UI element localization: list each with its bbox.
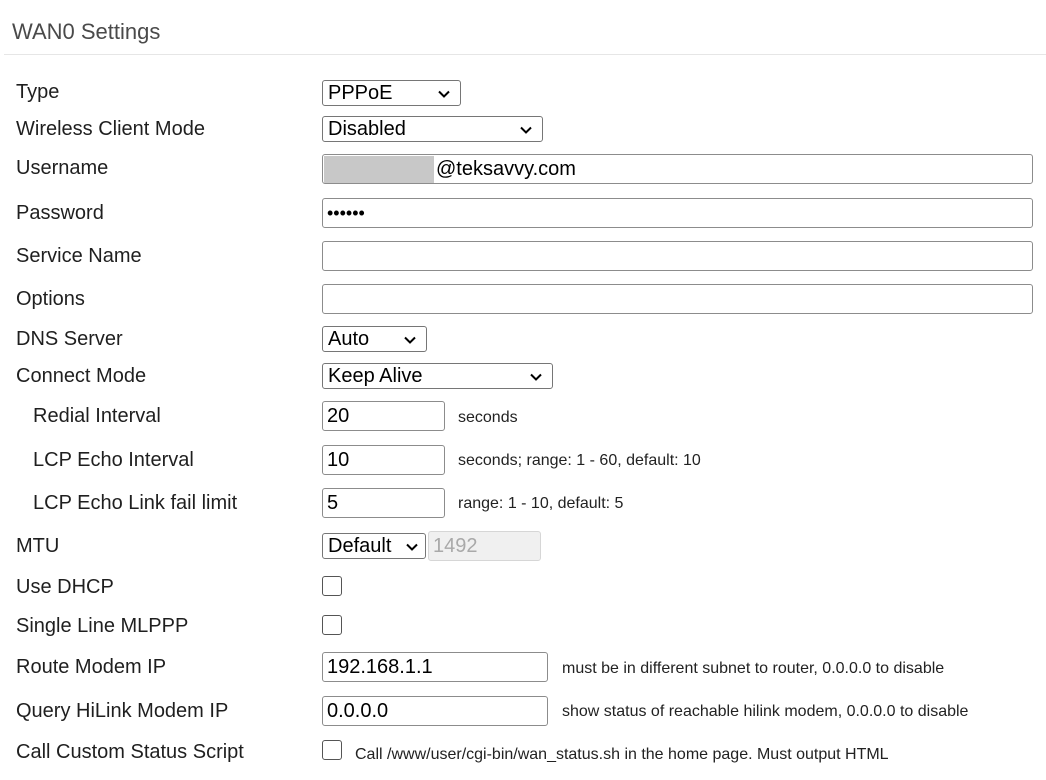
lcp-echo-interval-hint: seconds; range: 1 - 60, default: 10 bbox=[458, 452, 701, 469]
mtu-label: MTU bbox=[16, 535, 60, 557]
service-name-input[interactable] bbox=[322, 241, 1033, 271]
query-hilink-modem-ip-input[interactable]: 0.0.0.0 bbox=[322, 696, 548, 726]
lcp-echo-fail-limit-input[interactable]: 5 bbox=[322, 488, 445, 518]
mtu-custom-input: 1492 bbox=[428, 531, 541, 561]
call-custom-status-script-hint: Call /www/user/cgi-bin/wan_status.sh in … bbox=[355, 746, 889, 763]
service-name-label: Service Name bbox=[16, 245, 142, 267]
call-custom-status-script-checkbox[interactable] bbox=[322, 740, 342, 760]
redial-interval-input[interactable]: 20 bbox=[322, 401, 445, 431]
lcp-echo-fail-limit-value: 5 bbox=[327, 491, 339, 514]
lcp-echo-fail-limit-hint: range: 1 - 10, default: 5 bbox=[458, 495, 624, 512]
connect-mode-label: Connect Mode bbox=[16, 365, 147, 387]
mtu-select-value: Default bbox=[328, 534, 392, 557]
chevron-down-icon bbox=[406, 543, 418, 551]
chevron-down-icon bbox=[520, 126, 532, 134]
section-title: WAN0 Settings bbox=[12, 19, 161, 44]
username-label: Username bbox=[16, 157, 109, 179]
dns-server-label: DNS Server bbox=[16, 328, 123, 350]
connect-mode-select[interactable]: Keep Alive bbox=[322, 363, 553, 389]
type-select[interactable]: PPPoE bbox=[322, 80, 461, 106]
password-label: Password bbox=[16, 202, 104, 224]
use-dhcp-checkbox[interactable] bbox=[322, 576, 342, 596]
options-label: Options bbox=[16, 288, 85, 310]
password-input[interactable]: •••••• bbox=[322, 198, 1033, 228]
title-divider bbox=[4, 54, 1046, 55]
dns-server-select[interactable]: Auto bbox=[322, 326, 427, 352]
lcp-echo-interval-label: LCP Echo Interval bbox=[33, 449, 194, 471]
single-line-mlppp-label: Single Line MLPPP bbox=[16, 615, 189, 637]
type-label: Type bbox=[16, 81, 60, 103]
username-value: @teksavvy.com bbox=[436, 157, 576, 180]
lcp-echo-fail-limit-label: LCP Echo Link fail limit bbox=[33, 492, 238, 514]
query-hilink-modem-ip-label: Query HiLink Modem IP bbox=[16, 700, 229, 722]
lcp-echo-interval-input[interactable]: 10 bbox=[322, 445, 445, 475]
mtu-custom-value: 1492 bbox=[433, 534, 478, 557]
redial-interval-label: Redial Interval bbox=[33, 405, 161, 427]
redacted-block bbox=[324, 155, 434, 183]
username-input[interactable]: @teksavvy.com bbox=[322, 154, 1033, 184]
call-custom-status-script-label: Call Custom Status Script bbox=[16, 741, 244, 763]
query-hilink-modem-ip-value: 0.0.0.0 bbox=[327, 699, 389, 722]
route-modem-ip-hint: must be in different subnet to router, 0… bbox=[562, 660, 945, 677]
password-value: •••••• bbox=[327, 202, 365, 223]
chevron-down-icon bbox=[530, 373, 542, 381]
route-modem-ip-input[interactable]: 192.168.1.1 bbox=[322, 652, 548, 682]
query-hilink-modem-ip-hint: show status of reachable hilink modem, 0… bbox=[562, 703, 969, 720]
chevron-down-icon bbox=[438, 90, 450, 98]
wireless-client-mode-value: Disabled bbox=[328, 117, 406, 140]
redial-interval-value: 20 bbox=[327, 404, 350, 427]
use-dhcp-label: Use DHCP bbox=[16, 576, 114, 598]
redial-interval-hint: seconds bbox=[458, 409, 518, 426]
lcp-echo-interval-value: 10 bbox=[327, 448, 350, 471]
connect-mode-value: Keep Alive bbox=[328, 364, 423, 387]
route-modem-ip-value: 192.168.1.1 bbox=[327, 655, 433, 678]
wireless-client-mode-label: Wireless Client Mode bbox=[16, 118, 205, 140]
route-modem-ip-label: Route Modem IP bbox=[16, 656, 167, 678]
wireless-client-mode-select[interactable]: Disabled bbox=[322, 116, 543, 142]
options-input[interactable] bbox=[322, 284, 1033, 314]
type-select-value: PPPoE bbox=[328, 81, 393, 104]
dns-server-value: Auto bbox=[328, 327, 370, 350]
single-line-mlppp-checkbox[interactable] bbox=[322, 615, 342, 635]
chevron-down-icon bbox=[404, 336, 416, 344]
mtu-select[interactable]: Default bbox=[322, 533, 426, 559]
